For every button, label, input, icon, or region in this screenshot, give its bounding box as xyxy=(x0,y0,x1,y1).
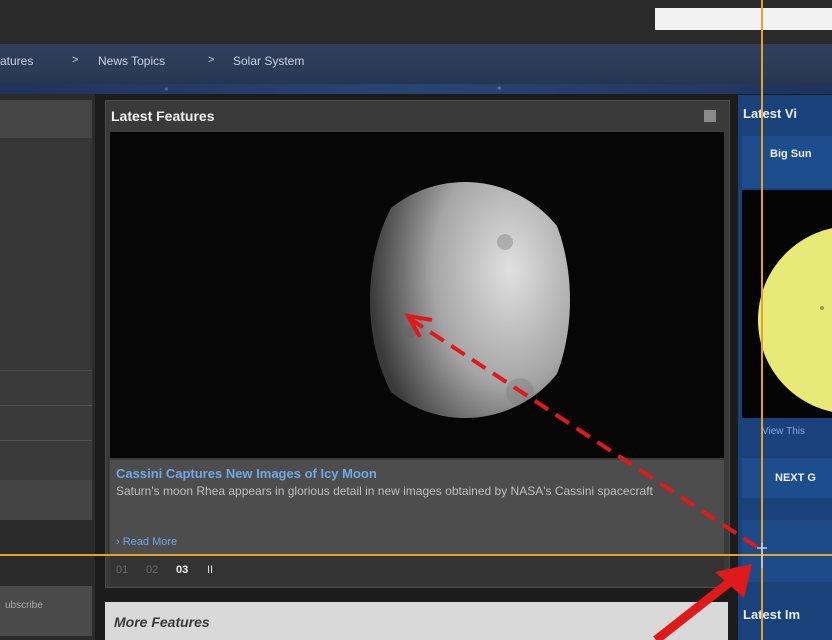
solid-arrow xyxy=(653,570,743,640)
cursor-icon xyxy=(757,543,767,568)
annotation-overlay xyxy=(404,313,767,640)
dashed-arrow xyxy=(410,318,759,549)
